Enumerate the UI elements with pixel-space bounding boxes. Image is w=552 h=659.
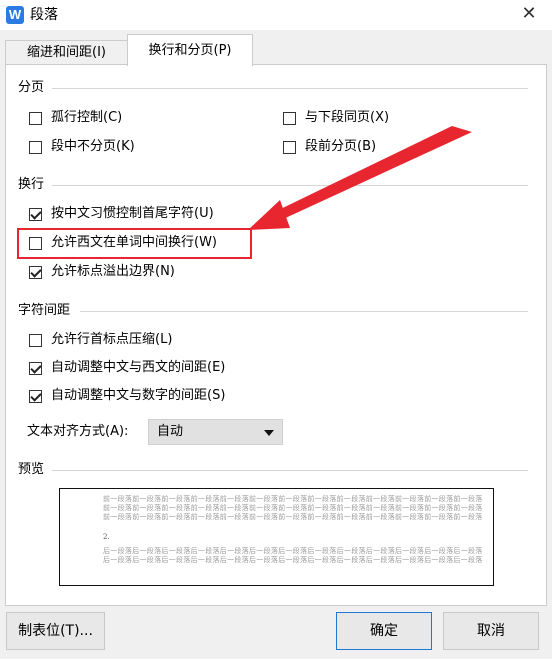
preview-prev-line: 前一段落前一段落前一段落前一段落前一段落前一段落前一段落前一段落前一段落前一段落…: [103, 513, 483, 521]
chinese-line-break-label: 按中文习惯控制首尾字符(U): [51, 206, 214, 221]
highlight-box: [17, 228, 252, 259]
text-alignment-value: 自动: [157, 424, 184, 439]
divider: [52, 88, 528, 89]
tab-indent-spacing[interactable]: 缩进和间距(I): [5, 40, 128, 65]
compress-punctuation-checkbox[interactable]: [29, 334, 42, 347]
preview-next-line: 后一段落后一段落后一段落后一段落后一段落后一段落后一段落后一段落后一段落后一段落…: [103, 556, 483, 564]
section-title-pagination: 分页: [18, 80, 45, 95]
text-alignment-select[interactable]: 自动: [148, 419, 283, 445]
close-icon[interactable]: ✕: [514, 2, 544, 26]
divider: [52, 470, 528, 471]
keep-with-next-label: 与下段同页(X): [305, 110, 390, 125]
preview-prev-line: 前一段落前一段落前一段落前一段落前一段落前一段落前一段落前一段落前一段落前一段落…: [103, 495, 483, 503]
section-title-preview: 预览: [18, 462, 45, 477]
preview-next-line: 后一段落后一段落后一段落后一段落后一段落后一段落后一段落后一段落后一段落后一段落…: [103, 547, 483, 555]
keep-lines-together-label: 段中不分页(K): [51, 139, 135, 154]
page-break-before-label: 段前分页(B): [305, 139, 377, 154]
chinese-line-break-checkbox[interactable]: [29, 208, 42, 221]
space-cjk-digit-checkbox[interactable]: [29, 390, 42, 403]
dropdown-arrow-icon: [264, 430, 274, 436]
widow-control-checkbox[interactable]: [29, 112, 42, 125]
title-bar: [0, 0, 552, 30]
section-title-char-spacing: 字符间距: [18, 303, 71, 318]
wps-logo-icon: W: [6, 6, 24, 24]
widow-control-label: 孤行控制(C): [51, 110, 123, 125]
preview-box: 前一段落前一段落前一段落前一段落前一段落前一段落前一段落前一段落前一段落前一段落…: [59, 488, 494, 586]
page-break-before-checkbox[interactable]: [283, 141, 296, 154]
preview-prev-line: 前一段落前一段落前一段落前一段落前一段落前一段落前一段落前一段落前一段落前一段落…: [103, 504, 483, 512]
section-title-line-break: 换行: [18, 177, 45, 192]
tab-stops-button[interactable]: 制表位(T)...: [6, 612, 105, 650]
divider: [80, 311, 528, 312]
dialog-title: 段落: [30, 7, 58, 23]
space-cjk-latin-checkbox[interactable]: [29, 362, 42, 375]
tab-line-page-breaks[interactable]: 换行和分页(P): [127, 34, 253, 66]
space-cjk-digit-label: 自动调整中文与数字的间距(S): [51, 388, 226, 403]
punctuation-overflow-label: 允许标点溢出边界(N): [51, 264, 175, 279]
space-cjk-latin-label: 自动调整中文与西文的间距(E): [51, 360, 226, 375]
preview-sample-number: 2.: [103, 533, 110, 541]
ok-button[interactable]: 确定: [336, 612, 432, 650]
text-alignment-label: 文本对齐方式(A):: [27, 424, 129, 439]
compress-punctuation-label: 允许行首标点压缩(L): [51, 332, 173, 347]
cancel-button[interactable]: 取消: [443, 612, 539, 650]
keep-with-next-checkbox[interactable]: [283, 112, 296, 125]
divider: [52, 185, 528, 186]
punctuation-overflow-checkbox[interactable]: [29, 266, 42, 279]
keep-lines-together-checkbox[interactable]: [29, 141, 42, 154]
